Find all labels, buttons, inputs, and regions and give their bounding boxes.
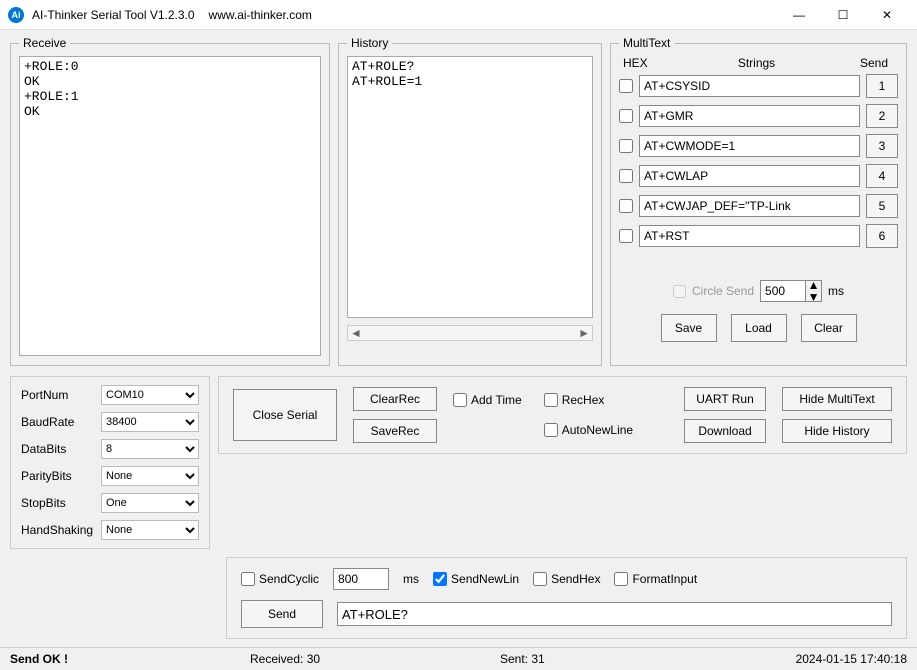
circle-send-value[interactable] <box>761 281 805 301</box>
close-window-button[interactable]: ✕ <box>865 0 909 30</box>
portnum-select[interactable]: COM10 <box>101 385 199 405</box>
clearrec-button[interactable]: ClearRec <box>353 387 437 411</box>
sendcyclic-label: SendCyclic <box>259 572 319 586</box>
multitext-send-button[interactable]: 6 <box>866 224 898 248</box>
multitext-head-strings: Strings <box>659 56 854 70</box>
multitext-panel: MultiText HEX Strings Send 1 2 3 4 5 6 Circle… <box>610 36 907 366</box>
status-sent: Sent: 31 <box>500 652 700 666</box>
baudrate-label: BaudRate <box>21 415 95 429</box>
saverec-button[interactable]: SaveRec <box>353 419 437 443</box>
window-url: www.ai-thinker.com <box>209 8 312 22</box>
autonewline-label: AutoNewLine <box>562 423 633 437</box>
history-legend: History <box>347 36 392 50</box>
circle-send-unit: ms <box>828 284 844 298</box>
send-input[interactable] <box>337 602 892 626</box>
circle-send-spinner[interactable]: ▲▼ <box>760 280 822 302</box>
hide-history-button[interactable]: Hide History <box>782 419 892 443</box>
sendhex-label: SendHex <box>551 572 600 586</box>
multitext-send-button[interactable]: 4 <box>866 164 898 188</box>
download-button[interactable]: Download <box>684 419 766 443</box>
status-message: Send OK ! <box>10 652 250 666</box>
multitext-cmd-input[interactable] <box>639 225 860 247</box>
history-textarea[interactable]: AT+ROLE? AT+ROLE=1 <box>347 56 593 318</box>
sendnewlin-label: SendNewLin <box>451 572 519 586</box>
multitext-head-hex: HEX <box>623 56 659 70</box>
multitext-save-button[interactable]: Save <box>661 314 717 342</box>
status-bar: Send OK ! Received: 30 Sent: 31 2024-01-… <box>0 647 917 670</box>
status-time: 2024-01-15 17:40:18 <box>796 652 907 666</box>
receive-legend: Receive <box>19 36 70 50</box>
sendcyclic-unit: ms <box>403 572 419 586</box>
multitext-row: 4 <box>619 164 898 188</box>
circle-send-checkbox[interactable] <box>673 285 686 298</box>
send-panel: SendCyclic ms SendNewLin SendHex FormatI… <box>226 557 907 639</box>
multitext-row: 1 <box>619 74 898 98</box>
multitext-cmd-input[interactable] <box>639 135 860 157</box>
stopbits-select[interactable]: One <box>101 493 199 513</box>
databits-select[interactable]: 8 <box>101 439 199 459</box>
circle-send-label: Circle Send <box>692 284 754 298</box>
close-serial-button[interactable]: Close Serial <box>233 389 337 441</box>
multitext-head-send: Send <box>854 56 894 70</box>
handshaking-select[interactable]: None <box>101 520 199 540</box>
multitext-cmd-input[interactable] <box>639 165 860 187</box>
paritybits-label: ParityBits <box>21 469 95 483</box>
multitext-hex-checkbox[interactable] <box>619 169 633 183</box>
multitext-send-button[interactable]: 1 <box>866 74 898 98</box>
maximize-button[interactable]: ☐ <box>821 0 865 30</box>
sendnewlin-checkbox[interactable] <box>433 572 447 586</box>
multitext-hex-checkbox[interactable] <box>619 109 633 123</box>
receive-panel: Receive +ROLE:0 OK +ROLE:1 OK <box>10 36 330 366</box>
history-scrollbar[interactable]: ◄► <box>347 325 593 341</box>
hide-multitext-button[interactable]: Hide MultiText <box>782 387 892 411</box>
multitext-hex-checkbox[interactable] <box>619 139 633 153</box>
sendhex-checkbox[interactable] <box>533 572 547 586</box>
formatinput-checkbox[interactable] <box>614 572 628 586</box>
spinner-down-icon[interactable]: ▼ <box>808 291 820 303</box>
multitext-hex-checkbox[interactable] <box>619 79 633 93</box>
autonewline-checkbox[interactable] <box>544 423 558 437</box>
multitext-row: 5 <box>619 194 898 218</box>
history-panel: History AT+ROLE? AT+ROLE=1 ◄► <box>338 36 602 366</box>
multitext-hex-checkbox[interactable] <box>619 199 633 213</box>
addtime-label: Add Time <box>471 393 522 407</box>
status-received: Received: 30 <box>250 652 500 666</box>
multitext-cmd-input[interactable] <box>639 75 860 97</box>
multitext-load-button[interactable]: Load <box>731 314 787 342</box>
scroll-left-icon[interactable]: ◄ <box>350 326 362 340</box>
multitext-cmd-input[interactable] <box>639 105 860 127</box>
minimize-button[interactable]: — <box>777 0 821 30</box>
multitext-hex-checkbox[interactable] <box>619 229 633 243</box>
multitext-send-button[interactable]: 5 <box>866 194 898 218</box>
multitext-legend: MultiText <box>619 36 674 50</box>
paritybits-select[interactable]: None <box>101 466 199 486</box>
multitext-clear-button[interactable]: Clear <box>801 314 857 342</box>
portnum-label: PortNum <box>21 388 95 402</box>
formatinput-label: FormatInput <box>632 572 697 586</box>
handshaking-label: HandShaking <box>21 523 95 537</box>
port-settings-panel: PortNum COM10 BaudRate 38400 DataBits 8 … <box>10 376 210 549</box>
send-button[interactable]: Send <box>241 600 323 628</box>
uartrun-button[interactable]: UART Run <box>684 387 766 411</box>
control-panel: Close Serial ClearRec SaveRec Add Time R… <box>218 376 907 454</box>
sendcyclic-value[interactable] <box>333 568 389 590</box>
baudrate-select[interactable]: 38400 <box>101 412 199 432</box>
multitext-row: 3 <box>619 134 898 158</box>
addtime-checkbox[interactable] <box>453 393 467 407</box>
scroll-right-icon[interactable]: ► <box>578 326 590 340</box>
multitext-row: 2 <box>619 104 898 128</box>
multitext-cmd-input[interactable] <box>639 195 860 217</box>
multitext-send-button[interactable]: 3 <box>866 134 898 158</box>
sendcyclic-checkbox[interactable] <box>241 572 255 586</box>
rechex-checkbox[interactable] <box>544 393 558 407</box>
databits-label: DataBits <box>21 442 95 456</box>
multitext-row: 6 <box>619 224 898 248</box>
multitext-send-button[interactable]: 2 <box>866 104 898 128</box>
stopbits-label: StopBits <box>21 496 95 510</box>
app-logo: Ai <box>8 7 24 23</box>
rechex-label: RecHex <box>562 393 605 407</box>
receive-textarea[interactable]: +ROLE:0 OK +ROLE:1 OK <box>19 56 321 356</box>
window-title: AI-Thinker Serial Tool V1.2.3.0 <box>32 8 195 22</box>
title-bar: Ai AI-Thinker Serial Tool V1.2.3.0 www.a… <box>0 0 917 30</box>
